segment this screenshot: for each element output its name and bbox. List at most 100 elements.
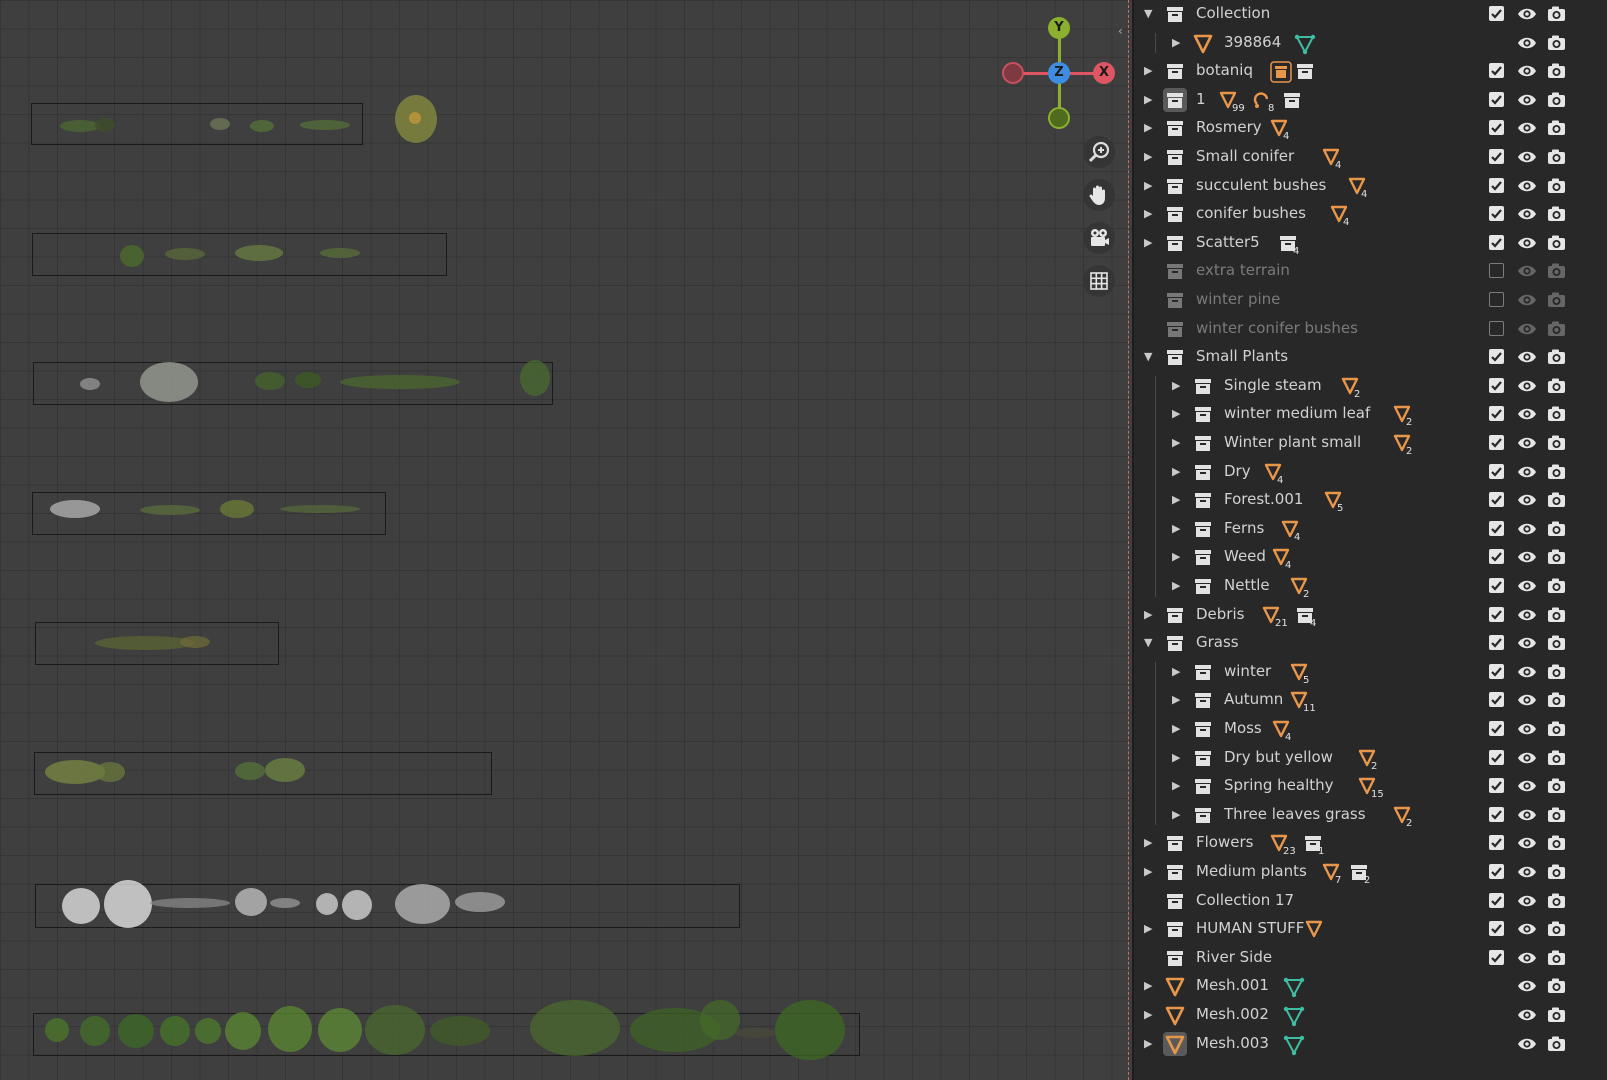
exclude-checkbox[interactable]: [1489, 721, 1504, 736]
eye-visibility-icon[interactable]: [1517, 205, 1537, 223]
camera-render-icon[interactable]: [1547, 1006, 1566, 1024]
outliner-row[interactable]: ▶ Mesh.001: [1134, 972, 1607, 1001]
mesh-count-badge-icon[interactable]: 4: [1330, 204, 1354, 228]
exclude-checkbox[interactable]: [1489, 578, 1504, 593]
camera-render-icon[interactable]: [1547, 548, 1566, 566]
outliner-row[interactable]: ▶ Forest.001 5: [1134, 486, 1607, 515]
camera-render-icon[interactable]: [1547, 177, 1566, 195]
outliner-row[interactable]: ▶ Mesh.003: [1134, 1030, 1607, 1059]
eye-visibility-icon[interactable]: [1517, 62, 1537, 80]
camera-render-icon[interactable]: [1547, 691, 1566, 709]
camera-render-icon[interactable]: [1547, 405, 1566, 423]
eye-visibility-icon[interactable]: [1517, 949, 1537, 967]
expand-right-arrow-icon[interactable]: ▶: [1144, 922, 1152, 935]
eye-visibility-icon[interactable]: [1517, 1006, 1537, 1024]
exclude-checkbox[interactable]: [1489, 492, 1504, 508]
mesh-count-badge-icon[interactable]: 5: [1324, 490, 1348, 514]
collection-count-badge-icon[interactable]: 4: [1296, 605, 1320, 629]
collection-count-badge-icon[interactable]: 2: [1350, 862, 1374, 886]
exclude-checkbox[interactable]: [1489, 406, 1504, 422]
camera-render-icon[interactable]: [1547, 663, 1566, 681]
eye-visibility-icon[interactable]: [1517, 892, 1537, 910]
outliner-row[interactable]: ▶ Rosmery 4: [1134, 114, 1607, 143]
eye-visibility-icon[interactable]: [1517, 348, 1537, 366]
outliner-row[interactable]: ▶ Nettle 2: [1134, 572, 1607, 601]
3d-viewport[interactable]: Y X Z ‹: [0, 0, 1132, 1080]
exclude-checkbox[interactable]: [1489, 263, 1504, 279]
outliner-row[interactable]: ▼ Grass: [1134, 629, 1607, 658]
camera-render-icon[interactable]: [1547, 834, 1566, 852]
outliner-row[interactable]: ▶ Debris 21 4: [1134, 601, 1607, 630]
expand-right-arrow-icon[interactable]: ▶: [1172, 808, 1180, 821]
exclude-checkbox[interactable]: [1489, 320, 1504, 336]
eye-visibility-icon[interactable]: [1517, 91, 1537, 109]
exclude-checkbox[interactable]: [1489, 63, 1504, 79]
linked-collection-icon[interactable]: [1270, 61, 1292, 83]
exclude-checkbox[interactable]: [1489, 6, 1504, 21]
eye-visibility-icon[interactable]: [1517, 291, 1537, 309]
camera-render-icon[interactable]: [1547, 1035, 1566, 1053]
expand-right-arrow-icon[interactable]: ▶: [1172, 722, 1180, 735]
eye-visibility-icon[interactable]: [1517, 320, 1537, 338]
camera-render-icon[interactable]: [1547, 520, 1566, 538]
mesh-count-badge-icon[interactable]: 4: [1264, 462, 1288, 486]
eye-visibility-icon[interactable]: [1517, 863, 1537, 881]
camera-render-icon[interactable]: [1547, 892, 1566, 910]
expand-down-arrow-icon[interactable]: ▼: [1144, 7, 1152, 20]
outliner-row[interactable]: ▼ Collection: [1134, 0, 1607, 29]
eye-visibility-icon[interactable]: [1517, 491, 1537, 509]
outliner-row[interactable]: ▶ Mesh.002: [1134, 1001, 1607, 1030]
camera-render-icon[interactable]: [1547, 491, 1566, 509]
expand-right-arrow-icon[interactable]: ▶: [1144, 150, 1152, 163]
outliner-row[interactable]: ▶ Dry but yellow 2: [1134, 744, 1607, 773]
expand-right-arrow-icon[interactable]: ▶: [1172, 465, 1180, 478]
expand-right-arrow-icon[interactable]: ▶: [1172, 751, 1180, 764]
camera-render-icon[interactable]: [1547, 606, 1566, 624]
eye-visibility-icon[interactable]: [1517, 977, 1537, 995]
outliner-row[interactable]: ▶ Weed 4: [1134, 543, 1607, 572]
eye-visibility-icon[interactable]: [1517, 5, 1537, 23]
eye-visibility-icon[interactable]: [1517, 177, 1537, 195]
camera-render-icon[interactable]: [1547, 291, 1566, 309]
exclude-checkbox[interactable]: [1489, 635, 1504, 651]
exclude-checkbox[interactable]: [1489, 749, 1504, 765]
expand-right-arrow-icon[interactable]: ▶: [1144, 1008, 1152, 1021]
eye-visibility-icon[interactable]: [1517, 834, 1537, 852]
gizmo-neg-x-ball[interactable]: [1002, 62, 1024, 84]
camera-render-icon[interactable]: [1547, 577, 1566, 595]
exclude-checkbox[interactable]: [1489, 120, 1504, 136]
expand-right-arrow-icon[interactable]: ▶: [1172, 550, 1180, 563]
expand-right-arrow-icon[interactable]: ▶: [1172, 665, 1180, 678]
camera-render-icon[interactable]: [1547, 777, 1566, 795]
exclude-checkbox[interactable]: [1489, 349, 1504, 365]
zoom-icon[interactable]: [1083, 136, 1115, 168]
outliner-row[interactable]: winter pine: [1134, 286, 1607, 315]
exclude-checkbox[interactable]: [1489, 892, 1504, 908]
mesh-count-badge-icon[interactable]: 5: [1290, 662, 1314, 686]
outliner-row[interactable]: ▶ Single steam 2: [1134, 372, 1607, 401]
collection-count-badge-icon[interactable]: 1: [1304, 833, 1328, 857]
expand-right-arrow-icon[interactable]: ▶: [1172, 693, 1180, 706]
eye-visibility-icon[interactable]: [1517, 119, 1537, 137]
outliner-row[interactable]: ▶ Winter plant small 2: [1134, 429, 1607, 458]
exclude-checkbox[interactable]: [1489, 864, 1504, 879]
mesh-count-badge-icon[interactable]: [1305, 919, 1325, 939]
mesh-count-badge-icon[interactable]: 15: [1358, 776, 1388, 800]
eye-visibility-icon[interactable]: [1517, 806, 1537, 824]
exclude-checkbox[interactable]: [1489, 149, 1504, 164]
eye-visibility-icon[interactable]: [1517, 234, 1537, 252]
camera-render-icon[interactable]: [1547, 920, 1566, 938]
expand-right-arrow-icon[interactable]: ▶: [1144, 865, 1152, 878]
eye-visibility-icon[interactable]: [1517, 520, 1537, 538]
outliner-row[interactable]: ▶ Scatter5 4: [1134, 229, 1607, 258]
expand-right-arrow-icon[interactable]: ▶: [1144, 64, 1152, 77]
eye-visibility-icon[interactable]: [1517, 34, 1537, 52]
camera-render-icon[interactable]: [1547, 634, 1566, 652]
outliner-row[interactable]: extra terrain: [1134, 257, 1607, 286]
expand-right-arrow-icon[interactable]: ▶: [1144, 207, 1152, 220]
mesh-count-badge-icon[interactable]: 2: [1393, 805, 1417, 829]
expand-right-arrow-icon[interactable]: ▶: [1144, 836, 1152, 849]
mesh-count-badge-icon[interactable]: 2: [1341, 376, 1365, 400]
collection-count-badge-icon[interactable]: 4: [1279, 233, 1303, 257]
mesh-count-badge-icon[interactable]: 2: [1290, 576, 1314, 600]
